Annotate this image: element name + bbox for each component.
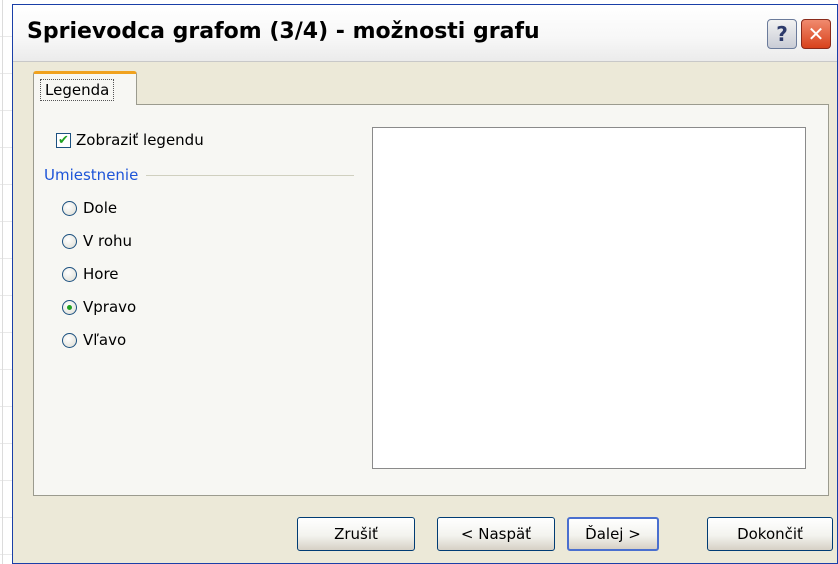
checkbox-box[interactable]: ✔ [56,132,71,148]
tab-legenda[interactable]: Legenda [33,71,137,105]
back-button[interactable]: < Naspäť [437,517,555,551]
radio-option-dole[interactable]: Dole [62,199,117,217]
checkmark-icon: ✔ [58,132,69,148]
close-button[interactable]: ✕ [801,19,831,49]
radio-label: Vľavo [83,331,127,349]
radio-label: Hore [83,265,119,283]
group-divider [146,174,354,176]
radio-button[interactable] [62,266,77,282]
spreadsheet-gridline [2,0,3,564]
radio-button[interactable] [62,233,77,249]
show-legend-label: Zobraziť legendu [76,131,204,149]
dialog-title: Sprievodca grafom (3/4) - možnosti grafu [27,19,540,44]
radio-label: Dole [83,199,118,217]
radio-option-hore[interactable]: Hore [62,265,119,283]
radio-label: V rohu [83,232,133,250]
finish-button[interactable]: Dokončiť [707,517,833,551]
radio-button[interactable] [62,200,77,216]
title-bar[interactable]: Sprievodca grafom (3/4) - možnosti grafu… [13,5,837,62]
tab-panel-legend: ✔ Zobraziť legendu Umiestnenie Dole V ro… [33,104,829,496]
show-legend-checkbox[interactable]: ✔ Zobraziť legendu [56,131,204,149]
radio-selected-dot [67,304,72,310]
placement-group-label: Umiestnenie [44,166,139,184]
help-button[interactable]: ? [767,19,797,49]
radio-button-selected[interactable] [62,299,77,315]
radio-option-vpravo[interactable]: Vpravo [62,298,136,316]
radio-option-vlavo[interactable]: Vľavo [62,331,126,349]
next-button[interactable]: Ďalej > [567,517,659,551]
cancel-button[interactable]: Zrušiť [297,517,415,551]
chart-wizard-dialog: Sprievodca grafom (3/4) - možnosti grafu… [12,4,838,564]
tab-label: Legenda [40,79,115,101]
radio-option-v-rohu[interactable]: V rohu [62,232,132,250]
radio-label: Vpravo [83,298,137,316]
chart-preview-area [372,127,806,469]
close-icon: ✕ [807,22,825,46]
radio-button[interactable] [62,332,77,348]
placement-group-title: Umiestnenie [44,165,354,185]
help-icon: ? [776,22,788,46]
